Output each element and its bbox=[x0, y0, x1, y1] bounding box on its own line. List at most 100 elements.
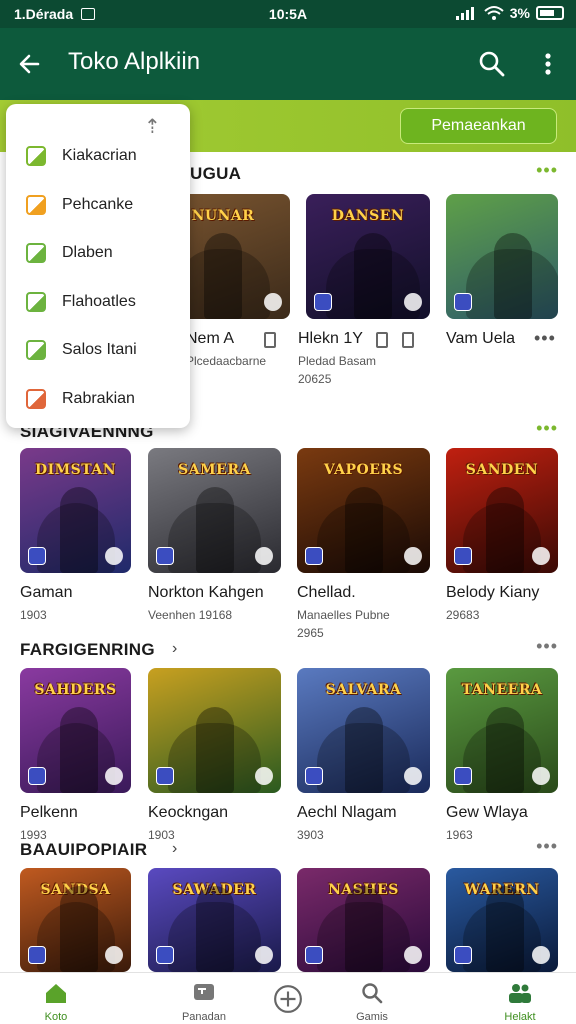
app-card[interactable]: NASHES bbox=[297, 868, 431, 972]
genre-badge-icon bbox=[305, 946, 323, 964]
rating-badge-icon bbox=[264, 293, 282, 311]
app-subtitle-2: 20625 bbox=[298, 372, 332, 386]
genre-badge-icon bbox=[305, 767, 323, 785]
app-card[interactable]: TANEERA Gew Wlaya 1963 bbox=[446, 668, 576, 842]
check-icon bbox=[26, 243, 46, 263]
menu-item-label: Flahoatles bbox=[62, 292, 136, 310]
nav-item-home[interactable]: Koto bbox=[8, 973, 104, 1024]
app-thumbnail[interactable]: SAWADER bbox=[148, 868, 281, 972]
battery-icon bbox=[536, 6, 564, 20]
app-card[interactable]: SALVARA Aechl Nlagam 3903 bbox=[297, 668, 431, 842]
app-subtitle: Pledad Basam bbox=[298, 354, 377, 368]
app-bar: Toko Alplkiin bbox=[0, 28, 576, 100]
dropdown-menu: ⇡ Kiakacrian Pehcanke Dlaben Flahoatles Salo… bbox=[6, 104, 190, 428]
app-name: Keockngan bbox=[148, 804, 229, 821]
app-card[interactable]: VAPOERS Chellad. Manaelles Pubne 2965 bbox=[297, 448, 431, 640]
thumbnail-figure bbox=[60, 487, 98, 573]
thumbnail-art-title: TANEERA bbox=[461, 682, 543, 698]
filter-button[interactable]: Pemaeankan bbox=[400, 108, 557, 144]
app-thumbnail[interactable]: TANEERA bbox=[446, 668, 558, 793]
menu-item[interactable]: Flahoatles bbox=[6, 282, 190, 322]
app-card[interactable]: Vam Uela ••• bbox=[446, 194, 576, 348]
thumbnail-art-title: SALVARA bbox=[325, 682, 402, 698]
battery-percent: 3% bbox=[509, 5, 530, 21]
bookmark-icon[interactable] bbox=[402, 332, 414, 348]
rating-badge-icon bbox=[404, 293, 422, 311]
more-vert-icon[interactable] bbox=[536, 48, 560, 80]
bookmark-icon[interactable] bbox=[376, 332, 388, 348]
app-thumbnail[interactable]: SANDEN bbox=[446, 448, 558, 573]
nav-label: Helakt bbox=[504, 1011, 536, 1023]
nav-item-people[interactable]: Helakt bbox=[472, 973, 568, 1024]
card-more-icon[interactable]: ••• bbox=[534, 328, 556, 349]
section-title: UGUA bbox=[190, 164, 242, 183]
store-icon bbox=[194, 984, 214, 1000]
menu-item-label: Salos Itani bbox=[62, 341, 137, 358]
section-more-icon[interactable]: ••• bbox=[536, 636, 558, 657]
thumbnail-art-title: VAPOERS bbox=[323, 462, 404, 478]
search-icon[interactable] bbox=[476, 48, 508, 80]
genre-badge-icon bbox=[454, 293, 472, 311]
app-name: Pelkenn bbox=[20, 804, 78, 821]
wifi-icon bbox=[484, 6, 504, 20]
bookmark-icon[interactable] bbox=[264, 332, 276, 348]
rating-badge-icon bbox=[255, 946, 273, 964]
genre-badge-icon bbox=[314, 293, 332, 311]
menu-item[interactable]: Rabrakian bbox=[6, 379, 190, 419]
app-thumbnail[interactable]: SALVARA bbox=[297, 668, 430, 793]
thumbnail-figure bbox=[204, 233, 242, 319]
thumbnail-figure bbox=[196, 487, 234, 573]
search-icon bbox=[362, 983, 383, 1004]
app-thumbnail[interactable]: SAHDERS bbox=[20, 668, 131, 793]
back-arrow-icon[interactable] bbox=[14, 48, 46, 80]
rating-badge-icon bbox=[105, 767, 123, 785]
app-thumbnail[interactable]: DIMSTAN bbox=[20, 448, 131, 573]
app-thumbnail[interactable]: WARERN bbox=[446, 868, 558, 972]
nav-item-search[interactable]: Gamis bbox=[324, 973, 420, 1024]
app-card[interactable]: SAHDERS Pelkenn 1993 bbox=[20, 668, 154, 842]
app-thumbnail[interactable]: VAPOERS bbox=[297, 448, 430, 573]
section-title: BAAUIPOPIAIR bbox=[20, 840, 148, 859]
app-thumbnail[interactable] bbox=[446, 194, 558, 319]
app-card[interactable]: WARERN bbox=[446, 868, 576, 972]
section-more-icon[interactable]: ••• bbox=[536, 836, 558, 857]
menu-item-label: Kiakacrian bbox=[62, 147, 137, 164]
section-title: FARGIGENRING bbox=[20, 640, 155, 659]
nav-item-store[interactable]: Panadan bbox=[156, 973, 252, 1024]
app-name: Norkton Kahgen bbox=[148, 584, 264, 601]
app-name: Gaman bbox=[20, 584, 73, 601]
app-thumbnail[interactable]: DANSEN bbox=[306, 194, 430, 319]
app-thumbnail[interactable] bbox=[148, 668, 281, 793]
thumbnail-figure bbox=[486, 886, 524, 972]
section-more-icon[interactable]: ••• bbox=[536, 160, 558, 181]
app-card[interactable]: DANSEN Hlekn 1Y Pledad Basam 20625 bbox=[298, 194, 440, 386]
app-subtitle: 29683 bbox=[446, 608, 480, 622]
app-thumbnail[interactable]: SANDSA bbox=[20, 868, 131, 972]
nav-label: Gamis bbox=[356, 1011, 388, 1023]
app-subtitle: Veenhen 19168 bbox=[148, 608, 233, 622]
app-name: Belody Kiany bbox=[446, 584, 540, 601]
menu-item[interactable]: Kiakacrian bbox=[6, 136, 190, 176]
thumbnail-figure bbox=[345, 487, 383, 573]
menu-item[interactable]: Pehcanke bbox=[6, 185, 190, 225]
menu-item[interactable]: Salos Itani bbox=[6, 330, 190, 370]
app-card[interactable]: SAMERA Norkton Kahgen Veenhen 19168 bbox=[148, 448, 282, 622]
section-more-icon[interactable]: ••• bbox=[536, 418, 558, 439]
rating-badge-icon bbox=[105, 547, 123, 565]
genre-badge-icon bbox=[454, 946, 472, 964]
app-card[interactable]: DIMSTAN Gaman 1903 bbox=[20, 448, 154, 622]
app-subtitle: Manaelles Pubne bbox=[297, 608, 390, 622]
app-card[interactable]: Keockngan 1903 bbox=[148, 668, 282, 842]
app-thumbnail[interactable]: SAMERA bbox=[148, 448, 281, 573]
chevron-right-icon[interactable]: › bbox=[172, 840, 177, 858]
nav-item-add[interactable] bbox=[240, 973, 336, 1024]
app-thumbnail[interactable]: NASHES bbox=[297, 868, 430, 972]
menu-item[interactable]: Dlaben bbox=[6, 233, 190, 273]
app-card[interactable]: SANDSA bbox=[20, 868, 154, 972]
menu-item-label: Dlaben bbox=[62, 244, 113, 261]
chart-icon bbox=[26, 146, 46, 166]
app-card[interactable]: SANDEN Belody Kiany 29683 bbox=[446, 448, 576, 622]
app-card[interactable]: SAWADER bbox=[148, 868, 282, 972]
chevron-right-icon[interactable]: › bbox=[172, 640, 177, 658]
thumbnail-figure bbox=[60, 707, 98, 793]
